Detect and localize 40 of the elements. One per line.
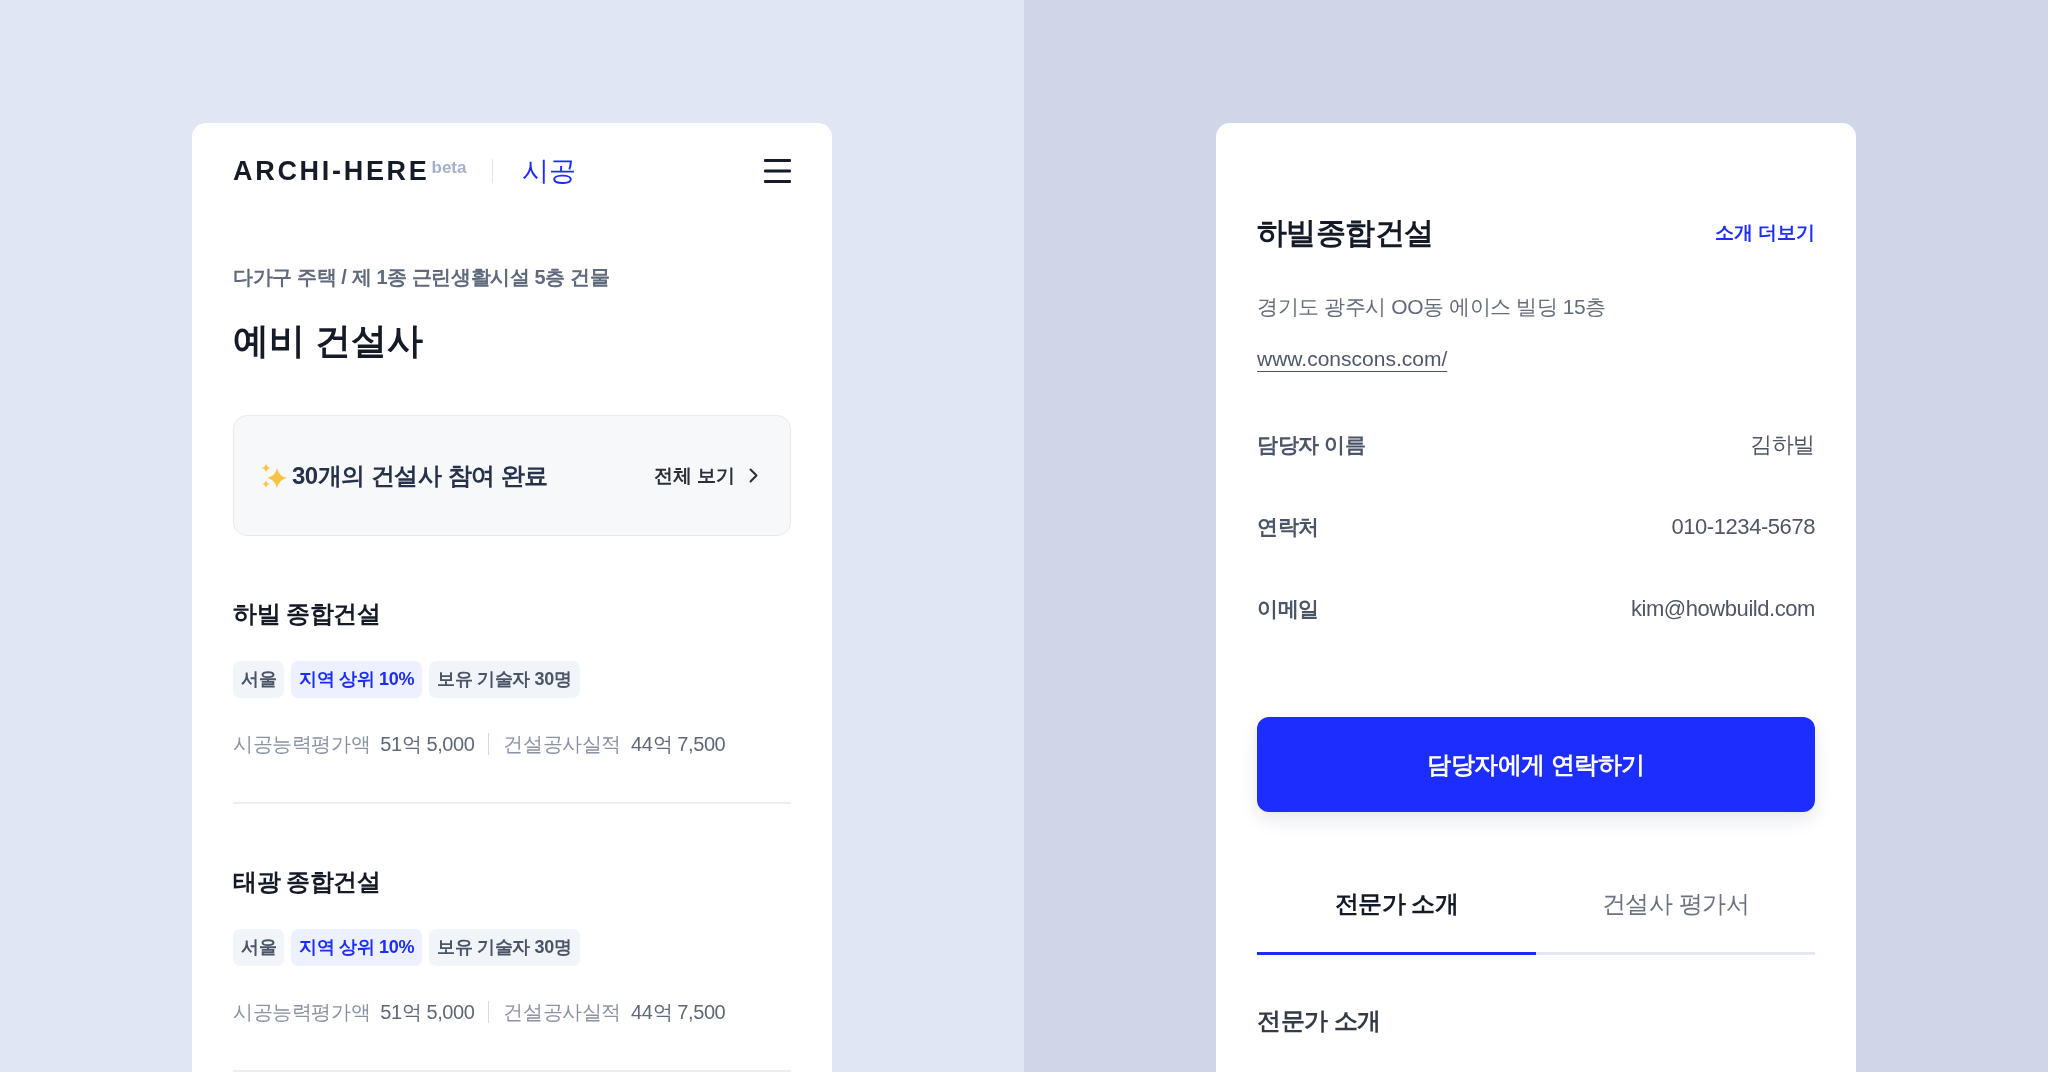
contact-button[interactable]: 담당자에게 연락하기 xyxy=(1257,717,1815,812)
tag: 지역 상위 10% xyxy=(291,929,423,966)
contact-label: 담당자 이름 xyxy=(1257,432,1366,458)
company-name[interactable]: 하빌 종합건설 xyxy=(233,598,381,630)
view-all-link[interactable]: 전체 보기 xyxy=(653,461,758,490)
sparkle-icon xyxy=(261,462,287,489)
tab[interactable]: 전문가 소개 xyxy=(1257,888,1536,955)
tab[interactable]: 건설사 평가서 xyxy=(1536,888,1815,955)
section-heading: 전문가 소개 xyxy=(1257,1006,1381,1036)
stat-value: 51억 5,000 xyxy=(380,1000,475,1025)
contact-value: kim@howbuild.com xyxy=(1630,595,1815,623)
section-link[interactable]: 시공 xyxy=(522,157,577,185)
stat-value: 44억 7,500 xyxy=(631,1000,726,1025)
stat-label: 시공능력평가액 xyxy=(233,732,371,757)
contact-value: 김하빌 xyxy=(1750,431,1815,459)
breadcrumb: 다가구 주택 / 제 1종 근린생활시설 5층 건물 xyxy=(233,265,610,290)
stat-value: 51억 5,000 xyxy=(380,732,475,757)
more-link[interactable]: 소개 더보기 xyxy=(1714,219,1815,247)
beta-label: beta xyxy=(431,159,467,176)
stat-label: 건설공사실적 xyxy=(503,732,622,757)
logo[interactable]: ARCHI-HERE xyxy=(233,157,430,185)
company-name[interactable]: 태광 종합건설 xyxy=(233,866,381,898)
company-title: 하빌종합건설 xyxy=(1257,215,1434,251)
chevron-right-icon xyxy=(749,468,758,483)
contact-label: 연락처 xyxy=(1257,514,1319,540)
address-text: 경기도 광주시 OO동 에이스 빌딩 15층 xyxy=(1257,294,1606,320)
contact-value: 010-1234-5678 xyxy=(1671,513,1815,541)
stat-label: 건설공사실적 xyxy=(503,1000,622,1025)
contact-label: 이메일 xyxy=(1257,596,1319,622)
tag: 서울 xyxy=(233,929,285,966)
summary-text: 30개의 건설사 참여 완료 xyxy=(292,460,548,491)
stat-label: 시공능력평가액 xyxy=(233,1000,371,1025)
website-link[interactable]: www.conscons.com/ xyxy=(1257,345,1448,373)
menu-icon[interactable] xyxy=(764,159,791,183)
tag: 지역 상위 10% xyxy=(291,661,423,698)
tag: 서울 xyxy=(233,661,285,698)
tag: 보유 기술자 30명 xyxy=(429,929,580,966)
tag: 보유 기술자 30명 xyxy=(429,661,580,698)
stat-value: 44억 7,500 xyxy=(631,732,726,757)
page-title: 예비 건설사 xyxy=(233,319,423,363)
